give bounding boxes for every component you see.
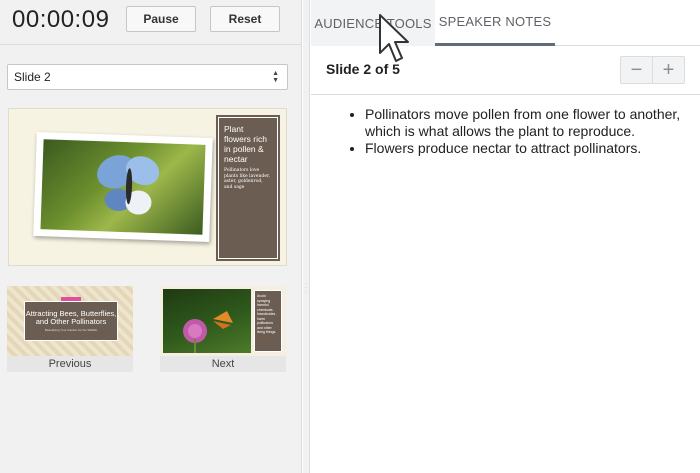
pause-button[interactable]: Pause: [126, 6, 196, 32]
slide-select-value: Slide 2: [14, 70, 51, 84]
drag-handle-icon: · · ·: [305, 281, 307, 295]
tab-bar: AUDIENCE TOOLS SPEAKER NOTES: [311, 0, 700, 46]
elapsed-timer: 00:00:09: [12, 6, 110, 33]
divider: [0, 44, 302, 45]
presenter-right-panel: AUDIENCE TOOLS SPEAKER NOTES Slide 2 of …: [311, 0, 700, 473]
panel-splitter[interactable]: · · ·: [303, 0, 310, 473]
presenter-left-panel: 00:00:09 Pause Reset Slide 2 ▲ ▼ Plant fl…: [0, 0, 302, 473]
divider: [311, 94, 700, 95]
next-caption: Next: [211, 358, 235, 370]
previous-slide-image: Attracting Bees, Butterflies, and Other …: [7, 286, 133, 356]
zoom-in-button[interactable]: +: [652, 56, 685, 84]
next-slide-image: Avoid spraying harmful chemicals. Insect…: [160, 286, 286, 356]
previous-slide-subtitle: Beautifying Your Garden for the Wildlife: [44, 328, 98, 332]
slide-photo-frame: [33, 131, 213, 243]
previous-caption: Previous: [48, 358, 92, 370]
previous-title-box: Attracting Bees, Butterflies, and Other …: [24, 301, 118, 341]
flower-butterfly-icon: [183, 311, 233, 353]
slide-title: Plant flowers rich in pollen & nectar: [224, 124, 267, 164]
previous-slide-thumbnail[interactable]: Attracting Bees, Butterflies, and Other …: [7, 286, 133, 372]
current-slide-preview: Plant flowers rich in pollen & nectar Po…: [8, 108, 287, 266]
tab-speaker-notes[interactable]: SPEAKER NOTES: [435, 0, 555, 46]
slide-body: Pollinators love plants like lavender, a…: [224, 168, 271, 190]
note-bullet: Flowers produce nectar to attract pollin…: [365, 140, 691, 157]
mouse-cursor-icon: [379, 14, 409, 62]
select-arrows-icon: ▲ ▼: [272, 70, 279, 84]
reset-button[interactable]: Reset: [210, 6, 280, 32]
slide-text-box: Plant flowers rich in pollen & nectar Po…: [216, 115, 280, 261]
tab-audience-tools[interactable]: AUDIENCE TOOLS: [311, 0, 435, 46]
note-bullet: Pollinators move pollen from one flower …: [365, 106, 691, 140]
slide-select[interactable]: Slide 2 ▲ ▼: [7, 64, 288, 90]
butterfly-icon: [97, 155, 160, 215]
next-slide-text: Avoid spraying harmful chemicals. Insect…: [254, 290, 282, 352]
butterfly-photo: [40, 139, 206, 235]
speaker-notes: Pollinators move pollen from one flower …: [351, 106, 691, 157]
previous-slide-title: Attracting Bees, Butterflies, and Other …: [25, 309, 117, 326]
next-slide-thumbnail[interactable]: Avoid spraying harmful chemicals. Insect…: [160, 286, 286, 372]
monarch-photo: [163, 289, 251, 353]
zoom-out-button[interactable]: −: [620, 56, 653, 84]
